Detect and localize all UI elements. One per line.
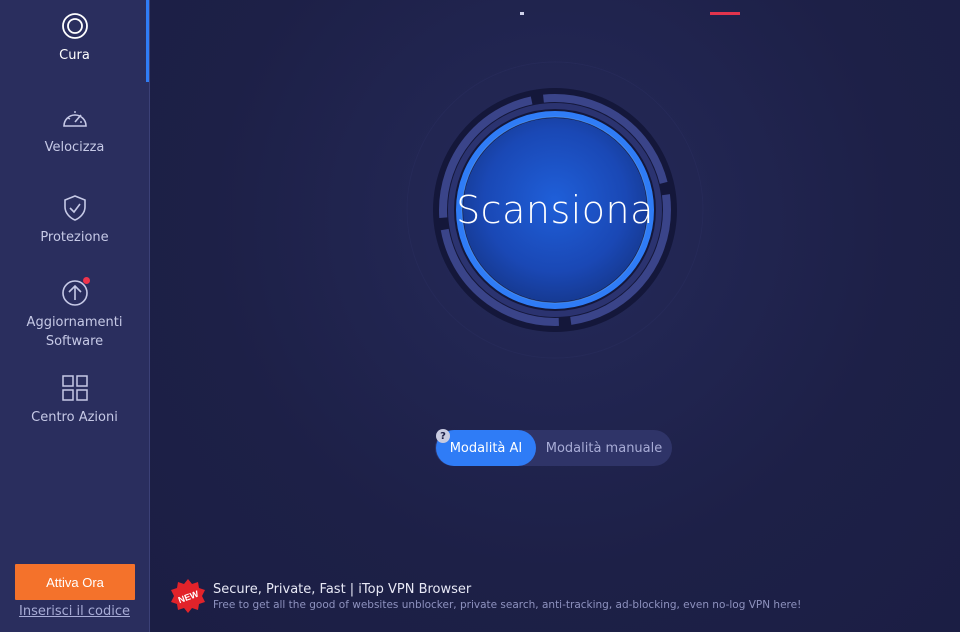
sidebar-item-velocizza[interactable]: Velocizza (0, 104, 149, 157)
sidebar-item-aggiornamenti[interactable]: Aggiornamenti Software (0, 277, 149, 351)
enter-code-link[interactable]: Inserisci il codice (0, 604, 149, 619)
top-edge-decoration (510, 0, 750, 15)
care-icon (61, 12, 89, 40)
ai-mode-button[interactable]: Modalità AI (436, 430, 536, 466)
promo-subtitle: Free to get all the good of websites unb… (213, 599, 802, 611)
sidebar-item-protezione[interactable]: Protezione (0, 194, 149, 247)
new-badge-icon: NEW (170, 578, 206, 614)
activate-now-button[interactable]: Attiva Ora (15, 564, 135, 600)
app-window: Cura Velocizza Protezione Aggiornamenti … (0, 0, 960, 632)
scan-label[interactable]: Scansiona (405, 60, 705, 360)
speedometer-icon (61, 104, 89, 132)
manual-mode-button[interactable]: Modalità manuale (536, 430, 672, 466)
sidebar-item-cura[interactable]: Cura (0, 12, 149, 65)
sidebar-item-label: Aggiornamenti Software (26, 315, 123, 349)
sidebar-item-centro-azioni[interactable]: Centro Azioni (0, 374, 149, 427)
sidebar-item-label: Protezione (40, 230, 109, 245)
upgrade-arrow-icon (61, 277, 90, 307)
shield-check-icon (61, 194, 89, 222)
grid-icon (61, 374, 89, 402)
sidebar: Cura Velocizza Protezione Aggiornamenti … (0, 0, 150, 632)
mode-toggle: Modalità AI Modalità manuale (435, 430, 672, 466)
main-panel: Scansiona Modalità AI Modalità manuale ?… (150, 0, 960, 632)
sidebar-item-label: Centro Azioni (31, 410, 118, 425)
sidebar-item-label: Cura (59, 48, 90, 63)
notification-dot (82, 277, 90, 284)
sidebar-item-label: Velocizza (44, 140, 105, 155)
vpn-promo-banner[interactable]: NEW Secure, Private, Fast | iTop VPN Bro… (170, 578, 930, 618)
scan-button-area[interactable]: Scansiona (405, 60, 705, 360)
help-icon[interactable]: ? (436, 429, 450, 443)
promo-title: Secure, Private, Fast | iTop VPN Browser (213, 582, 472, 597)
